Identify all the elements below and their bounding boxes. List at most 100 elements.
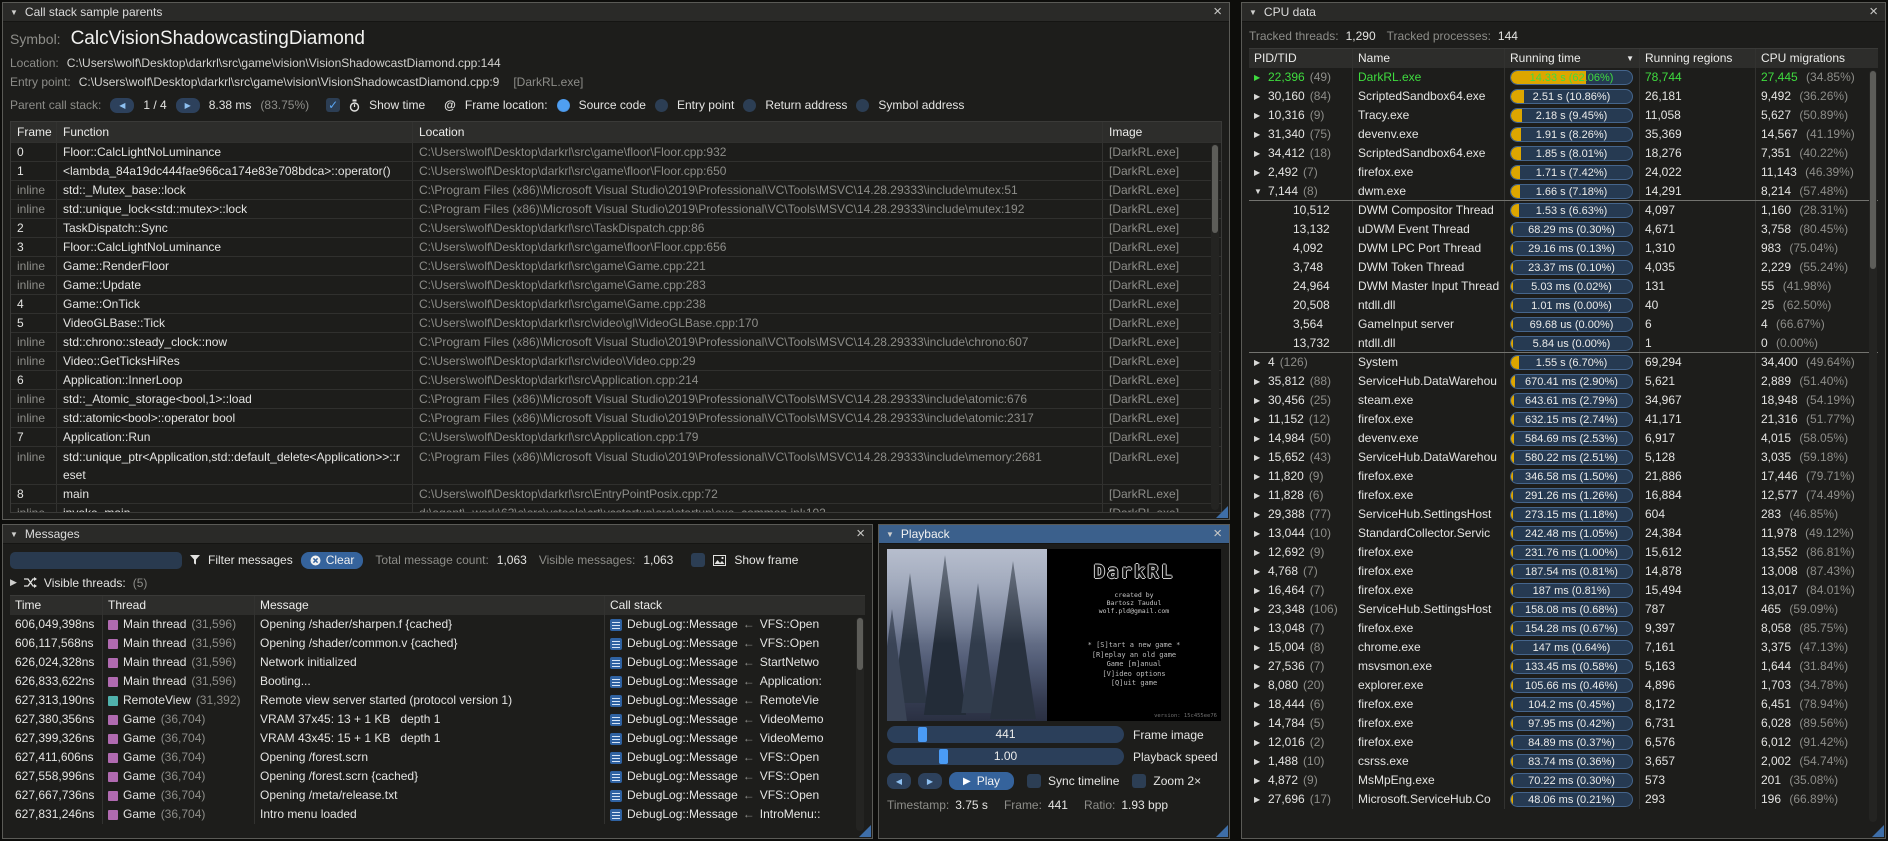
playback-titlebar[interactable]: ▼ Playback × — [879, 525, 1229, 544]
callstack-scrollbar-thumb[interactable] — [1212, 145, 1218, 233]
pid-cell[interactable]: ▶ 11,152 (12) — [1249, 410, 1353, 429]
function-name[interactable]: Floor::CalcLightNoLuminance — [57, 238, 413, 256]
message-row[interactable]: 627,831,246ns Game (36,704) Intro menu l… — [10, 805, 865, 824]
process-row[interactable]: 3,564 GameInput server 69.68 us (0.00%) … — [1249, 315, 1878, 334]
callstack-row[interactable]: inline std::chrono::steady_clock::now C:… — [11, 332, 1221, 351]
threads-expand-icon[interactable]: ▶ — [10, 577, 17, 588]
expander-icon[interactable]: ▶ — [1254, 410, 1263, 429]
pid-cell[interactable]: ▶ 2,492 (7) — [1249, 163, 1353, 182]
message-callstack[interactable]: DebugLog::Message ← VideoMemo — [605, 710, 865, 729]
pid-cell[interactable]: ▶ 4,768 (7) — [1249, 562, 1353, 581]
expander-icon[interactable]: ▶ — [1254, 733, 1263, 752]
expander-icon[interactable]: ▶ — [1254, 638, 1263, 657]
pid-cell[interactable]: ▶ 10,316 (9) — [1249, 106, 1353, 125]
callstack-row[interactable]: inline Game::Update C:\Users\wolf\Deskto… — [11, 275, 1221, 294]
pid-cell[interactable]: ▶ 12,016 (2) — [1249, 733, 1353, 752]
callstack-list-icon[interactable] — [610, 771, 622, 783]
function-name[interactable]: std::chrono::steady_clock::now — [57, 333, 413, 351]
pid-cell[interactable]: 13,732 — [1249, 334, 1353, 352]
pid-cell[interactable]: ▶ 30,456 (25) — [1249, 391, 1353, 410]
callstack-row[interactable]: 2 TaskDispatch::Sync C:\Users\wolf\Deskt… — [11, 218, 1221, 237]
play-button[interactable]: ▶ Play — [949, 772, 1014, 790]
callstack-list-icon[interactable] — [610, 657, 622, 669]
expander-icon[interactable]: ▶ — [1254, 391, 1263, 410]
process-row[interactable]: ▶ 34,412 (18) ScriptedSandbox64.exe 1.85… — [1249, 144, 1878, 163]
callstack-row[interactable]: 4 Game::OnTick C:\Users\wolf\Desktop\dar… — [11, 294, 1221, 313]
frame-slider-handle[interactable] — [918, 727, 927, 742]
expander-icon[interactable]: ▶ — [1254, 695, 1263, 714]
callstack-row[interactable]: inline invoke_main d:\agent\_work\63\s\s… — [11, 503, 1221, 513]
callstack-row[interactable]: 1 <lambda_84a19dc444fae966ca174e83e708bd… — [11, 161, 1221, 180]
pid-cell[interactable]: ▶ 15,004 (8) — [1249, 638, 1353, 657]
pid-cell[interactable]: ▶ 1,488 (10) — [1249, 752, 1353, 771]
callstack-titlebar[interactable]: ▼ Call stack sample parents × — [3, 3, 1229, 22]
frame-image-preview[interactable]: DarkRL created byBartosz Taudulwolf.pld@… — [887, 549, 1221, 721]
close-icon[interactable]: × — [1213, 5, 1222, 19]
function-name[interactable]: std::unique_ptr<Application,std::default… — [57, 447, 413, 484]
pid-cell[interactable]: 13,132 — [1249, 220, 1353, 239]
message-callstack[interactable]: DebugLog::Message ← VFS::Open — [605, 615, 865, 634]
function-name[interactable]: std::_Mutex_base::lock — [57, 181, 413, 199]
process-row[interactable]: 4,092 DWM LPC Port Thread 29.16 ms (0.13… — [1249, 239, 1878, 258]
expander-icon[interactable]: ▶ — [1254, 524, 1263, 543]
radio-symbol-address[interactable] — [856, 99, 869, 112]
process-row[interactable]: ▶ 30,160 (84) ScriptedSandbox64.exe 2.51… — [1249, 87, 1878, 106]
process-row[interactable]: ▶ 16,464 (7) firefox.exe 187 ms (0.81%) … — [1249, 581, 1878, 600]
function-name[interactable]: Floor::CalcLightNoLuminance — [57, 143, 413, 161]
message-callstack[interactable]: DebugLog::Message ← VFS::Open — [605, 634, 865, 653]
callstack-list-icon[interactable] — [610, 695, 622, 707]
process-row[interactable]: ▶ 30,456 (25) steam.exe 643.61 ms (2.79%… — [1249, 391, 1878, 410]
close-icon[interactable]: × — [1213, 527, 1222, 541]
expander-icon[interactable]: ▶ — [1254, 144, 1263, 163]
process-row[interactable]: 24,964 DWM Master Input Thread 5.03 ms (… — [1249, 277, 1878, 296]
pid-cell[interactable]: ▶ 34,412 (18) — [1249, 144, 1353, 163]
sync-timeline-checkbox[interactable] — [1027, 774, 1041, 788]
function-name[interactable]: <lambda_84a19dc444fae966ca174e83e708bdca… — [57, 162, 413, 180]
pid-cell[interactable]: 3,748 — [1249, 258, 1353, 277]
callstack-row[interactable]: 5 VideoGLBase::Tick C:\Users\wolf\Deskto… — [11, 313, 1221, 332]
pid-cell[interactable]: 20,508 — [1249, 296, 1353, 315]
process-row[interactable]: ▶ 12,016 (2) firefox.exe 84.89 ms (0.37%… — [1249, 733, 1878, 752]
frame-image-slider[interactable]: 441 — [887, 726, 1124, 743]
cpu-titlebar[interactable]: ▼ CPU data × — [1242, 3, 1885, 22]
callstack-row[interactable]: 3 Floor::CalcLightNoLuminance C:\Users\w… — [11, 237, 1221, 256]
message-callstack[interactable]: DebugLog::Message ← VFS::Open — [605, 748, 865, 767]
pid-cell[interactable]: 24,964 — [1249, 277, 1353, 296]
function-name[interactable]: Game::Update — [57, 276, 413, 294]
callstack-row[interactable]: inline Game::RenderFloor C:\Users\wolf\D… — [11, 256, 1221, 275]
process-row[interactable]: ▶ 27,696 (17) Microsoft.ServiceHub.Co 48… — [1249, 790, 1878, 809]
expander-icon[interactable]: ▶ — [1254, 619, 1263, 638]
pid-cell[interactable]: ▶ 8,080 (20) — [1249, 676, 1353, 695]
process-row[interactable]: ▶ 29,388 (77) ServiceHub.SettingsHost 27… — [1249, 505, 1878, 524]
function-name[interactable]: std::atomic<bool>::operator bool — [57, 409, 413, 427]
pid-cell[interactable]: ▶ 14,984 (50) — [1249, 429, 1353, 448]
expander-icon[interactable]: ▶ — [1254, 486, 1263, 505]
message-callstack[interactable]: DebugLog::Message ← VFS::Open — [605, 786, 865, 805]
show-time-checkbox[interactable] — [326, 98, 340, 112]
resize-grip[interactable] — [859, 825, 871, 837]
callstack-list-icon[interactable] — [610, 752, 622, 764]
expander-icon[interactable]: ▶ — [1254, 467, 1263, 486]
clear-button[interactable]: Clear — [301, 552, 364, 569]
pid-cell[interactable]: 4,092 — [1249, 239, 1353, 258]
message-row[interactable]: 626,833,622ns Main thread (31,596) Booti… — [10, 672, 865, 691]
expander-icon[interactable]: ▶ — [1254, 657, 1263, 676]
expander-icon[interactable]: ▶ — [1254, 68, 1263, 87]
show-frame-checkbox[interactable] — [691, 553, 705, 567]
process-row[interactable]: ▶ 18,444 (6) firefox.exe 104.2 ms (0.45%… — [1249, 695, 1878, 714]
pid-cell[interactable]: ▶ 11,820 (9) — [1249, 467, 1353, 486]
callstack-list-icon[interactable] — [610, 790, 622, 802]
pid-cell[interactable]: ▶ 14,784 (5) — [1249, 714, 1353, 733]
process-row[interactable]: ▶ 8,080 (20) explorer.exe 105.66 ms (0.4… — [1249, 676, 1878, 695]
callstack-list-icon[interactable] — [610, 619, 622, 631]
process-row[interactable]: ▶ 13,044 (10) StandardCollector.Servic 2… — [1249, 524, 1878, 543]
pid-cell[interactable]: ▶ 16,464 (7) — [1249, 581, 1353, 600]
process-row[interactable]: ▶ 1,488 (10) csrss.exe 83.74 ms (0.36%) … — [1249, 752, 1878, 771]
callstack-row[interactable]: inline std::_Mutex_base::lock C:\Program… — [11, 180, 1221, 199]
pid-cell[interactable]: ▶ 13,048 (7) — [1249, 619, 1353, 638]
callstack-list-icon[interactable] — [610, 809, 622, 821]
callstack-row[interactable]: 0 Floor::CalcLightNoLuminance C:\Users\w… — [11, 142, 1221, 161]
callstack-row[interactable]: inline std::_Atomic_storage<bool,1>::loa… — [11, 389, 1221, 408]
process-row[interactable]: 13,132 uDWM Event Thread 68.29 ms (0.30%… — [1249, 220, 1878, 239]
step-forward-button[interactable]: ▶ — [918, 773, 942, 789]
